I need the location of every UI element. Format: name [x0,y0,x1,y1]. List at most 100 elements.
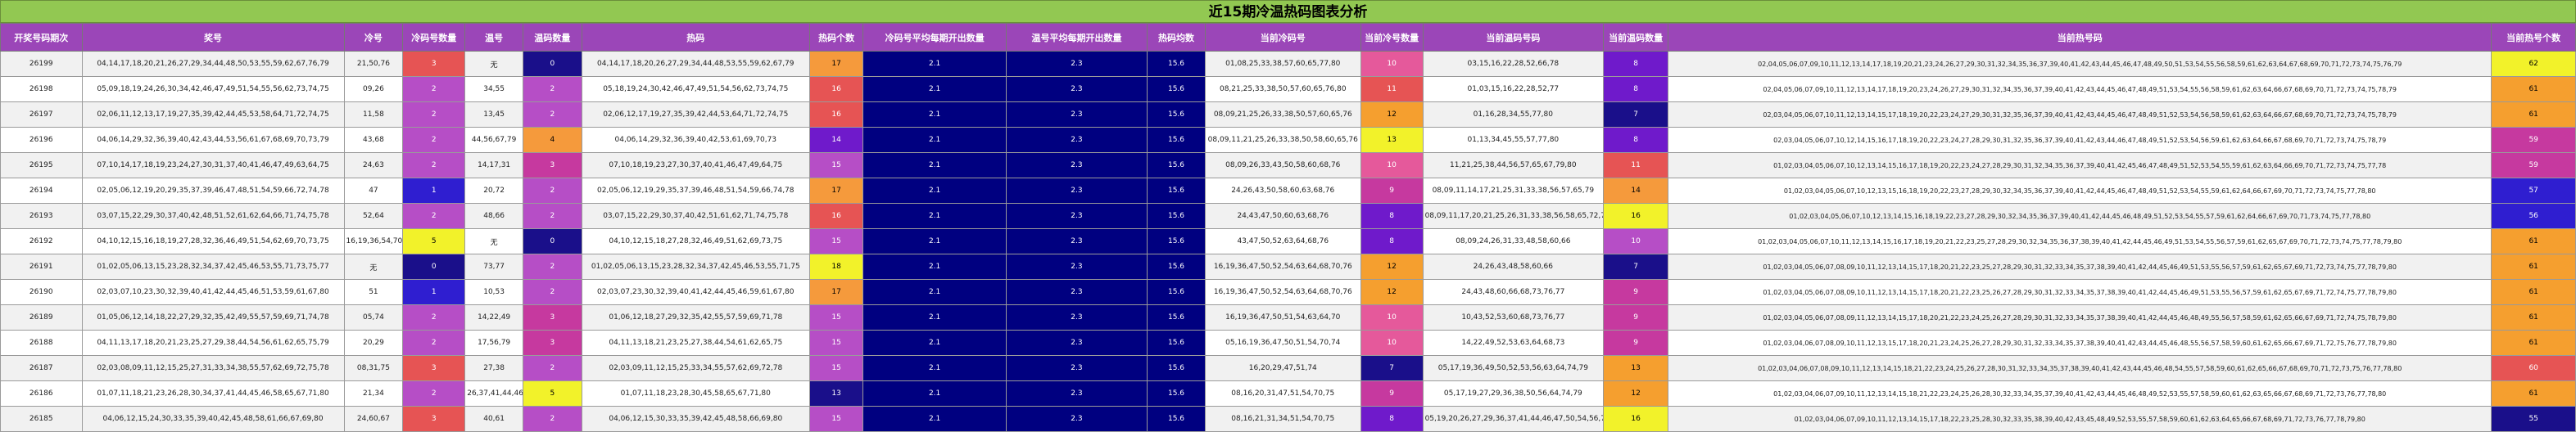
cell-curColdCount: 10 [1360,152,1424,178]
cell-curWarm: 08,09,11,14,17,21,25,31,33,38,56,57,65,7… [1422,178,1605,204]
cell-curColdCount: 12 [1360,279,1424,305]
cell-avgCold: 2.1 [862,304,1007,331]
cell-curHotCount: 57 [2491,178,2576,204]
column-header-14: 当前温码数量 [1603,23,1669,52]
cell-curWarmCount: 8 [1603,127,1669,153]
cell-avgHot: 15.6 [1147,178,1206,204]
cell-warm: 40,61 [464,406,523,432]
cell-avgCold: 2.1 [862,127,1007,153]
cell-curHotCount: 61 [2491,279,2576,305]
cell-hotCount: 16 [808,203,864,229]
cell-avgHot: 15.6 [1147,304,1206,331]
column-header-11: 当前冷码号 [1204,23,1361,52]
cell-curWarm: 01,03,15,16,22,28,52,77 [1422,76,1605,102]
cell-curHot: 01,02,03,04,05,06,07,08,09,11,12,13,14,1… [1668,304,2492,331]
cell-issue: 26191 [0,254,83,280]
cell-curWarmCount: 8 [1603,76,1669,102]
cell-curWarmCount: 7 [1603,101,1669,128]
cell-warm: 44,56,67,79 [464,127,523,153]
cell-curHot: 02,04,05,06,07,09,10,11,12,13,14,17,18,1… [1668,51,2492,77]
cell-avgWarm: 2.3 [1005,76,1148,102]
cell-issue: 26187 [0,355,83,381]
cell-hot: 01,07,11,18,23,28,30,45,58,65,67,71,80 [581,380,810,407]
cell-avgCold: 2.1 [862,76,1007,102]
table-row: 26196 04,06,14,29,32,36,39,40,42,43,44,53… [0,127,2576,153]
cell-hot: 02,03,09,11,12,15,25,33,34,55,57,62,69,7… [581,355,810,381]
cell-curColdCount: 10 [1360,51,1424,77]
cell-curWarm: 01,16,28,34,55,77,80 [1422,101,1605,128]
cell-curWarmCount: 16 [1603,406,1669,432]
cell-curHot: 02,03,04,05,06,07,10,12,14,15,16,17,18,1… [1668,127,2492,153]
cell-curWarmCount: 9 [1603,279,1669,305]
cell-warm: 14,22,49 [464,304,523,331]
cell-curHotCount: 61 [2491,228,2576,254]
cell-warm: 27,38 [464,355,523,381]
column-header-15: 当前热号码 [1668,23,2492,52]
cell-cold: 21,34 [343,380,404,407]
cell-award: 04,11,13,17,18,20,21,23,25,27,29,38,44,5… [81,330,345,356]
table-row: 26192 04,10,12,15,16,18,19,27,28,32,36,46… [0,228,2576,254]
cell-curWarm: 01,13,34,45,55,57,77,80 [1422,127,1605,153]
cell-curWarmCount: 8 [1603,51,1669,77]
cell-cold: 09,26 [343,76,404,102]
cell-hotCount: 15 [808,228,864,254]
cell-award: 05,09,18,19,24,26,30,34,42,46,47,49,51,5… [81,76,345,102]
cell-award: 04,06,14,29,32,36,39,40,42,43,44,53,56,6… [81,127,345,153]
column-header-1: 奖号 [81,23,345,52]
cell-issue: 26193 [0,203,83,229]
cell-hot: 02,06,12,17,19,27,35,39,42,44,53,64,71,7… [581,101,810,128]
cell-avgCold: 2.1 [862,178,1007,204]
cell-hot: 04,10,12,15,18,27,28,32,46,49,51,62,69,7… [581,228,810,254]
cell-curWarm: 24,26,43,48,58,60,66 [1422,254,1605,280]
cell-warm: 13,45 [464,101,523,128]
cell-curHotCount: 61 [2491,380,2576,407]
cell-avgHot: 15.6 [1147,380,1206,407]
cell-warmCount: 2 [523,254,582,280]
cell-curColdCount: 8 [1360,406,1424,432]
cell-hot: 01,02,05,06,13,15,23,28,32,34,37,42,45,4… [581,254,810,280]
cell-cold: 24,60,67 [343,406,404,432]
cell-avgCold: 2.1 [862,380,1007,407]
cell-warmCount: 4 [523,127,582,153]
cell-issue: 26192 [0,228,83,254]
cell-curHot: 02,04,05,06,07,09,10,11,12,13,14,17,18,1… [1668,76,2492,102]
cell-avgCold: 2.1 [862,279,1007,305]
cell-issue: 26197 [0,101,83,128]
cell-avgCold: 2.1 [862,254,1007,280]
cell-cold: 21,50,76 [343,51,404,77]
cell-cold: 52,64 [343,203,404,229]
cell-avgWarm: 2.3 [1005,152,1148,178]
cell-warmCount: 3 [523,152,582,178]
cell-curColdCount: 11 [1360,76,1424,102]
cell-curColdCount: 13 [1360,127,1424,153]
cell-hotCount: 15 [808,406,864,432]
cell-avgWarm: 2.3 [1005,406,1148,432]
cell-coldCount: 3 [402,406,466,432]
cell-curWarm: 11,21,25,38,44,56,57,65,67,79,80 [1422,152,1605,178]
cell-curWarm: 24,43,48,60,66,68,73,76,77 [1422,279,1605,305]
cell-award: 04,06,12,15,24,30,33,35,39,40,42,45,48,5… [81,406,345,432]
cell-curHotCount: 60 [2491,355,2576,381]
cell-avgHot: 15.6 [1147,228,1206,254]
cell-hot: 03,07,15,22,29,30,37,40,42,51,61,62,71,7… [581,203,810,229]
cell-curHot: 01,02,03,04,05,06,07,10,12,13,14,15,16,1… [1668,152,2492,178]
cell-issue: 26199 [0,51,83,77]
cell-hot: 04,11,13,18,21,23,25,27,38,44,54,61,62,6… [581,330,810,356]
cell-avgCold: 2.1 [862,228,1007,254]
column-header-10: 热码均数 [1147,23,1206,52]
cell-curHotCount: 56 [2491,203,2576,229]
column-header-5: 温码数量 [523,23,582,52]
cell-hot: 02,03,07,23,30,32,39,40,41,42,44,45,46,5… [581,279,810,305]
column-header-7: 热码个数 [808,23,864,52]
cell-warmCount: 2 [523,178,582,204]
cell-issue: 26195 [0,152,83,178]
cell-curWarm: 08,09,24,26,31,33,48,58,60,66 [1422,228,1605,254]
cell-cold: 43,68 [343,127,404,153]
cell-cold: 16,19,36,54,70 [343,228,404,254]
cell-cold: 无 [343,254,404,280]
cell-avgWarm: 2.3 [1005,380,1148,407]
cell-warm: 34,55 [464,76,523,102]
cell-hotCount: 15 [808,152,864,178]
cell-curHotCount: 61 [2491,101,2576,128]
cell-curCold: 16,20,29,47,51,74 [1204,355,1361,381]
